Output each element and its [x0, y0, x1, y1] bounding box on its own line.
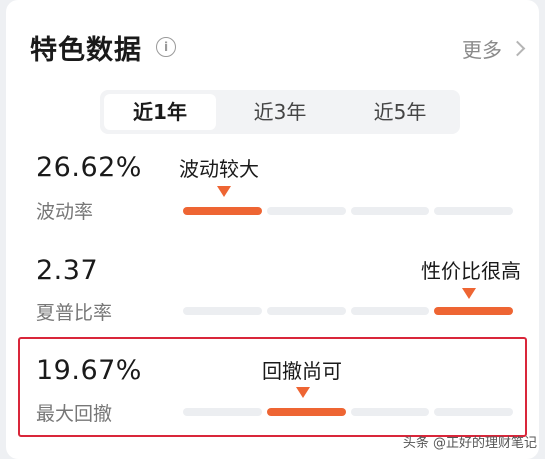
- card-header: 特色数据 i 更多: [30, 28, 526, 68]
- more-label: 更多: [462, 38, 502, 62]
- track-segment: [434, 207, 513, 215]
- level-pointer: [217, 186, 231, 197]
- track-segment: [434, 307, 513, 315]
- level-track: [183, 307, 513, 315]
- track-segment: [183, 307, 262, 315]
- track-segment: [350, 307, 430, 315]
- metric-tag: 性价比很高: [421, 259, 521, 283]
- metric-value: 26.62%: [36, 152, 142, 183]
- metric-label: 夏普比率: [36, 302, 113, 324]
- track-segment: [266, 307, 346, 315]
- level-pointer: [462, 288, 476, 299]
- watermark: 头条 @正好的理财笔记: [402, 436, 537, 451]
- highlight-box: [18, 337, 527, 437]
- more-link[interactable]: 更多: [462, 34, 526, 63]
- metric-tag: 波动较大: [179, 157, 259, 181]
- track-segment: [350, 207, 430, 215]
- level-track: [183, 207, 513, 215]
- metric-label: 波动率: [36, 201, 94, 223]
- tab-3-years[interactable]: 近3年: [224, 94, 336, 130]
- tab-1-year[interactable]: 近1年: [104, 94, 216, 130]
- tab-5-years[interactable]: 近5年: [344, 94, 456, 130]
- metric-value: 2.37: [36, 255, 99, 286]
- period-tabs: 近1年 近3年 近5年: [100, 90, 460, 134]
- chevron-right-icon: [509, 40, 526, 57]
- card-title: 特色数据: [30, 35, 142, 66]
- track-segment: [266, 207, 346, 215]
- track-segment: [183, 207, 262, 215]
- info-icon[interactable]: i: [156, 37, 176, 57]
- feature-data-card: 特色数据 i 更多 近1年 近3年 近5年 26.62% 波动率 波动较大 2.…: [6, 0, 539, 459]
